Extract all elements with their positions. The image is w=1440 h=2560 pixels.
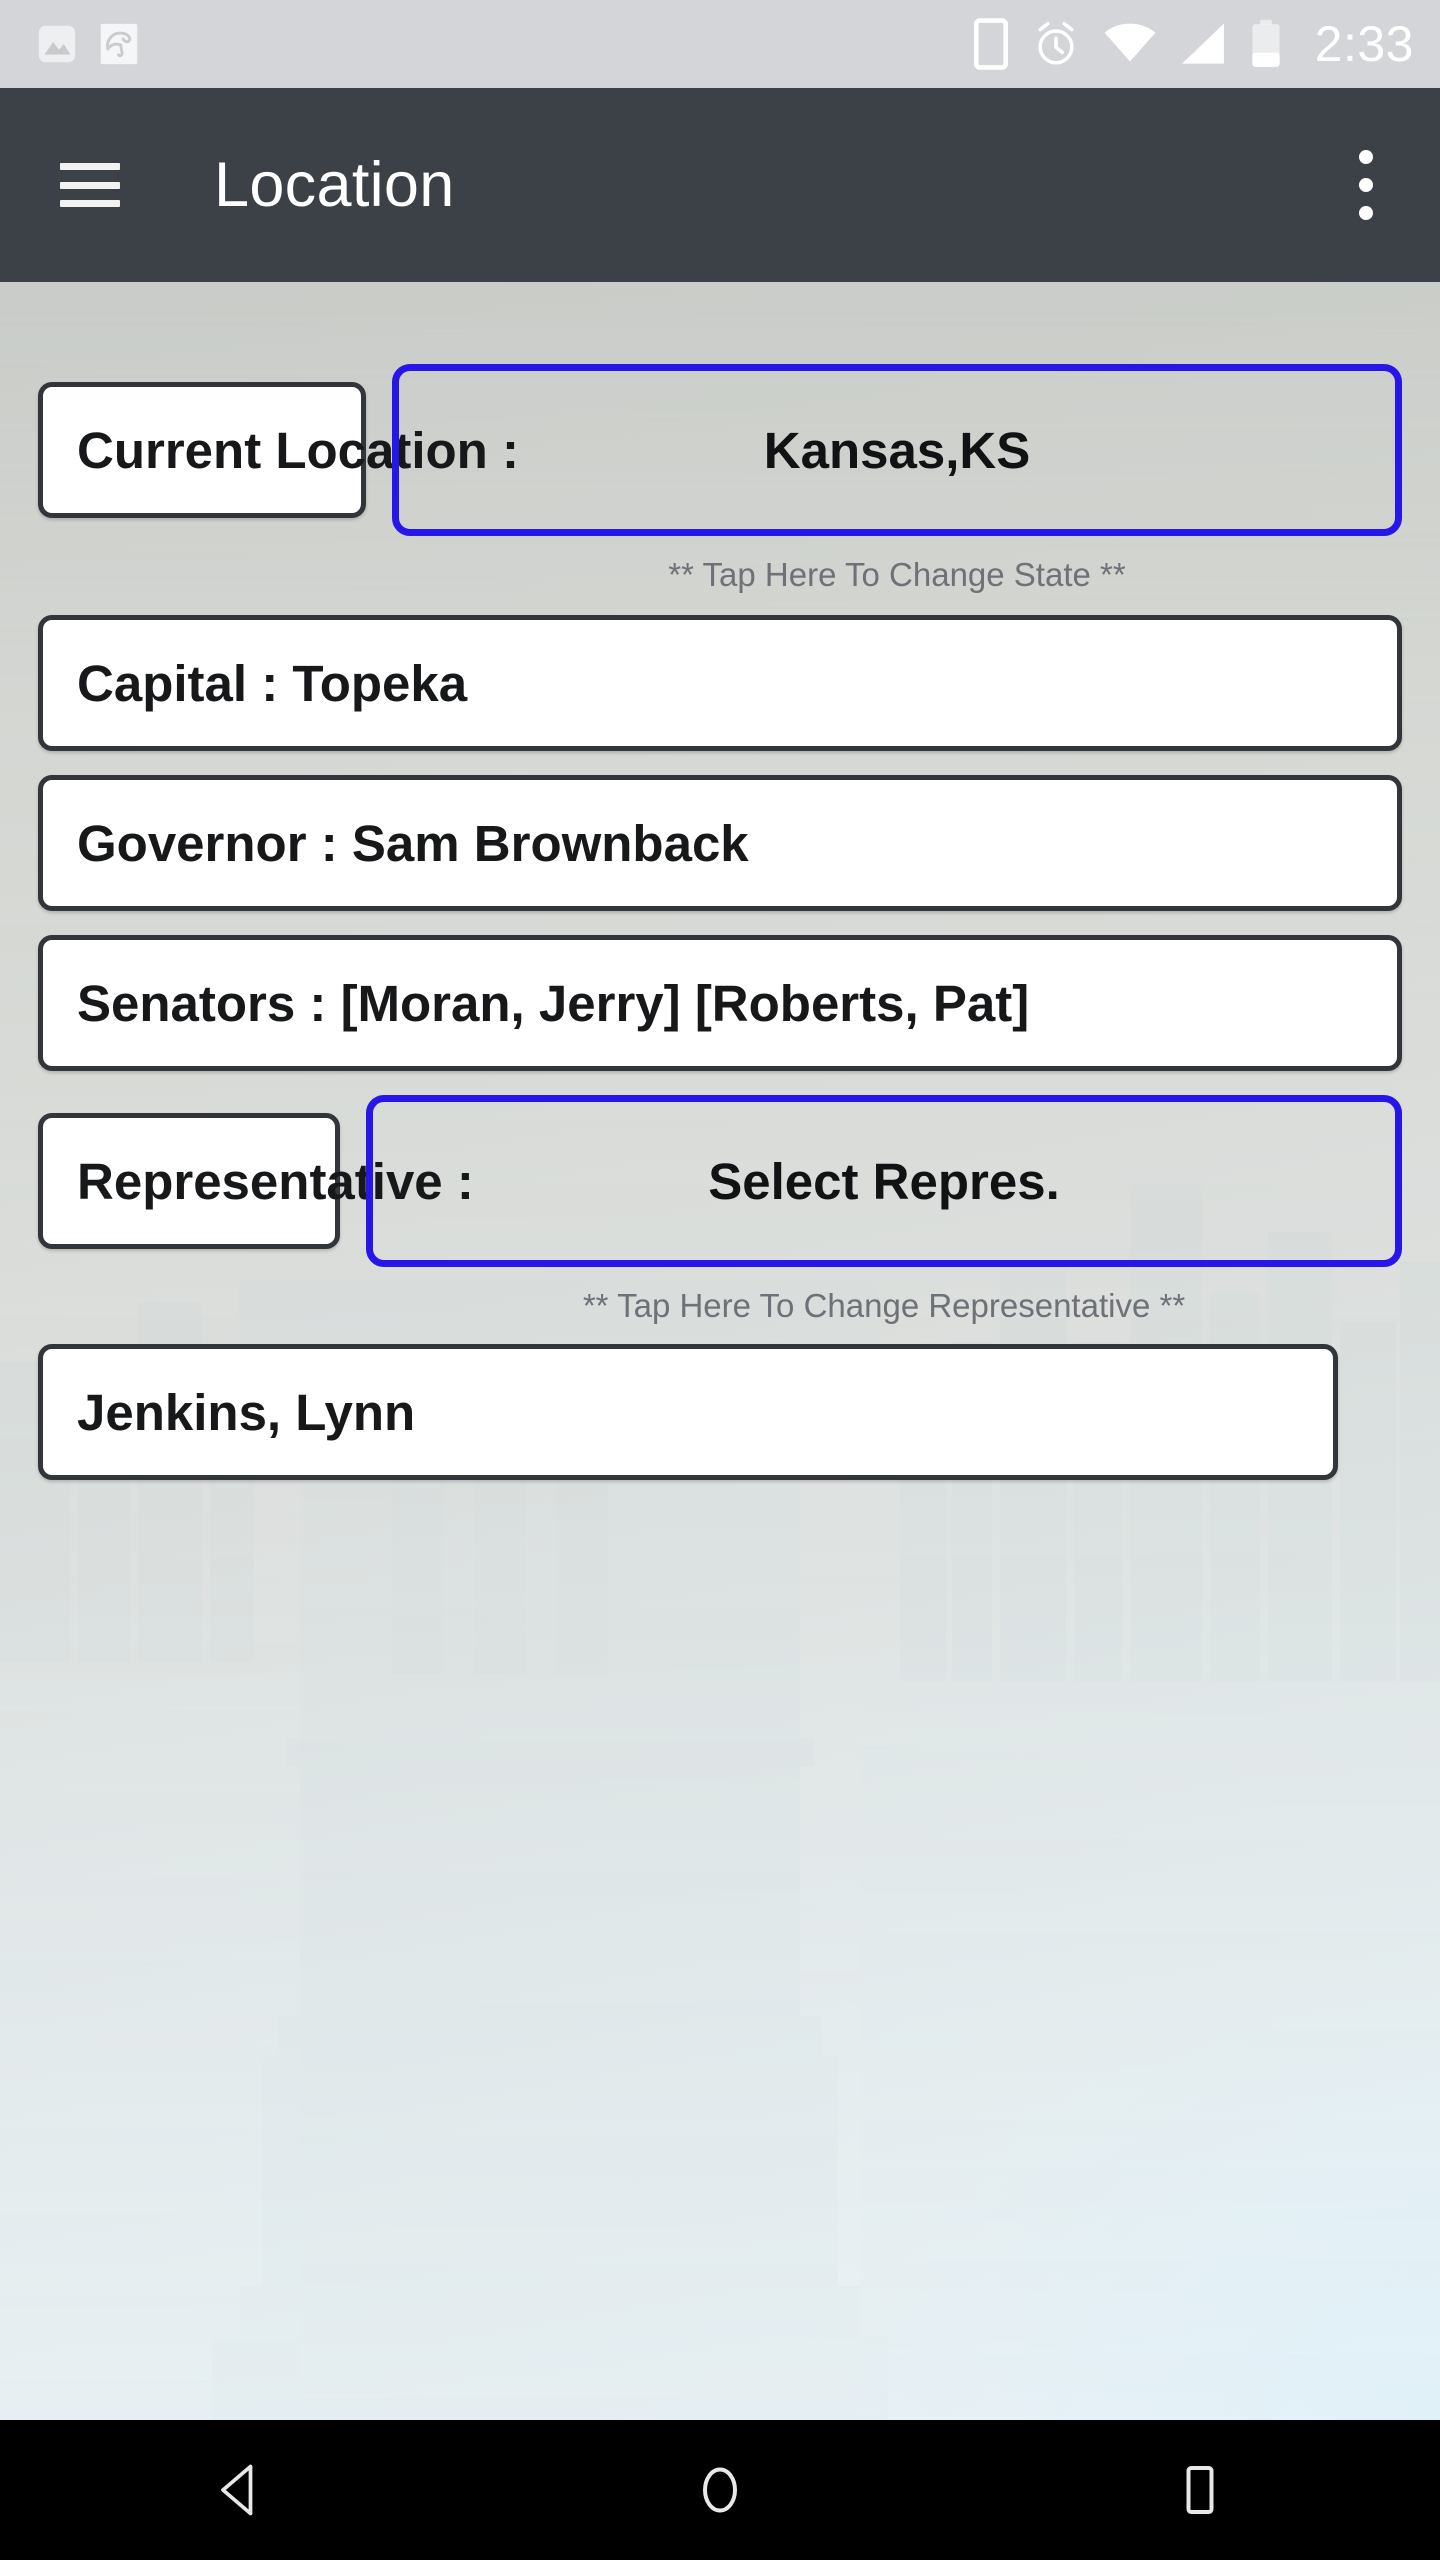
recents-icon[interactable] [1110,2420,1290,2560]
umbrella-icon [100,23,138,65]
change-representative-hint: ** Tap Here To Change Representative ** [582,1287,1186,1324]
change-state-hint: ** Tap Here To Change State ** [668,556,1126,593]
content-area: Current Location : Kansas,KS ** Tap Here… [0,282,1440,2420]
capital-row: Capital : Topeka [0,615,1440,751]
back-icon[interactable] [150,2420,330,2560]
select-representative-label: Select Repres. [708,1152,1060,1210]
alarm-icon [1038,21,1074,65]
status-bar-notifications [34,21,142,67]
capital-box: Capital : Topeka [38,615,1402,751]
governor-value: Governor : Sam Brownback [77,814,749,872]
senators-value: Senators : [Moran, Jerry] [Roberts, Pat] [77,974,1030,1032]
select-representative-button[interactable]: Select Repres. [366,1095,1402,1267]
change-state-button[interactable]: Kansas,KS [392,364,1402,536]
representative-value-box: Jenkins, Lynn [38,1344,1338,1480]
representative-value-row: Jenkins, Lynn [0,1344,1440,1480]
current-location-row: Current Location : Kansas,KS ** Tap Here… [0,364,1440,591]
senators-row: Senators : [Moran, Jerry] [Roberts, Pat] [0,935,1440,1071]
state-button-label: Kansas,KS [763,421,1031,479]
governor-box: Governor : Sam Brownback [38,775,1402,911]
page-title: Location [214,149,455,220]
hamburger-menu-icon[interactable] [60,163,120,207]
device-icon [973,18,1008,70]
form-rows: Current Location : Kansas,KS ** Tap Here… [0,282,1440,1480]
image-icon [38,25,76,63]
senators-box: Senators : [Moran, Jerry] [Roberts, Pat] [38,935,1402,1071]
status-bar: 2:33 [0,0,1440,88]
status-bar-clock: 2:33 [1314,16,1414,72]
state-selector-group: Kansas,KS ** Tap Here To Change State ** [392,364,1402,591]
phone-screen: 2:33 Location Current Location: Kansas,… [0,0,1440,2560]
governor-row: Governor : Sam Brownback [0,775,1440,911]
representative-row: Representative : Select Repres. ** Tap H… [0,1095,1440,1322]
current-location-label-box: Current Location : [38,382,519,518]
status-bar-system-icons: 2:33 [973,18,1414,70]
navigation-bar [0,2420,1440,2560]
representative-value: Jenkins, Lynn [77,1383,416,1441]
app-bar: Location [0,88,1440,282]
representative-label-box: Representative : [38,1113,474,1249]
signal-icon [1181,23,1224,64]
home-icon[interactable] [630,2420,810,2560]
overflow-menu-icon[interactable] [1336,145,1396,225]
capital-value: Capital : Topeka [77,654,468,712]
representative-selector-group: Select Repres. ** Tap Here To Change Rep… [366,1095,1402,1322]
wifi-icon [1104,23,1156,62]
battery-icon [1252,19,1280,67]
